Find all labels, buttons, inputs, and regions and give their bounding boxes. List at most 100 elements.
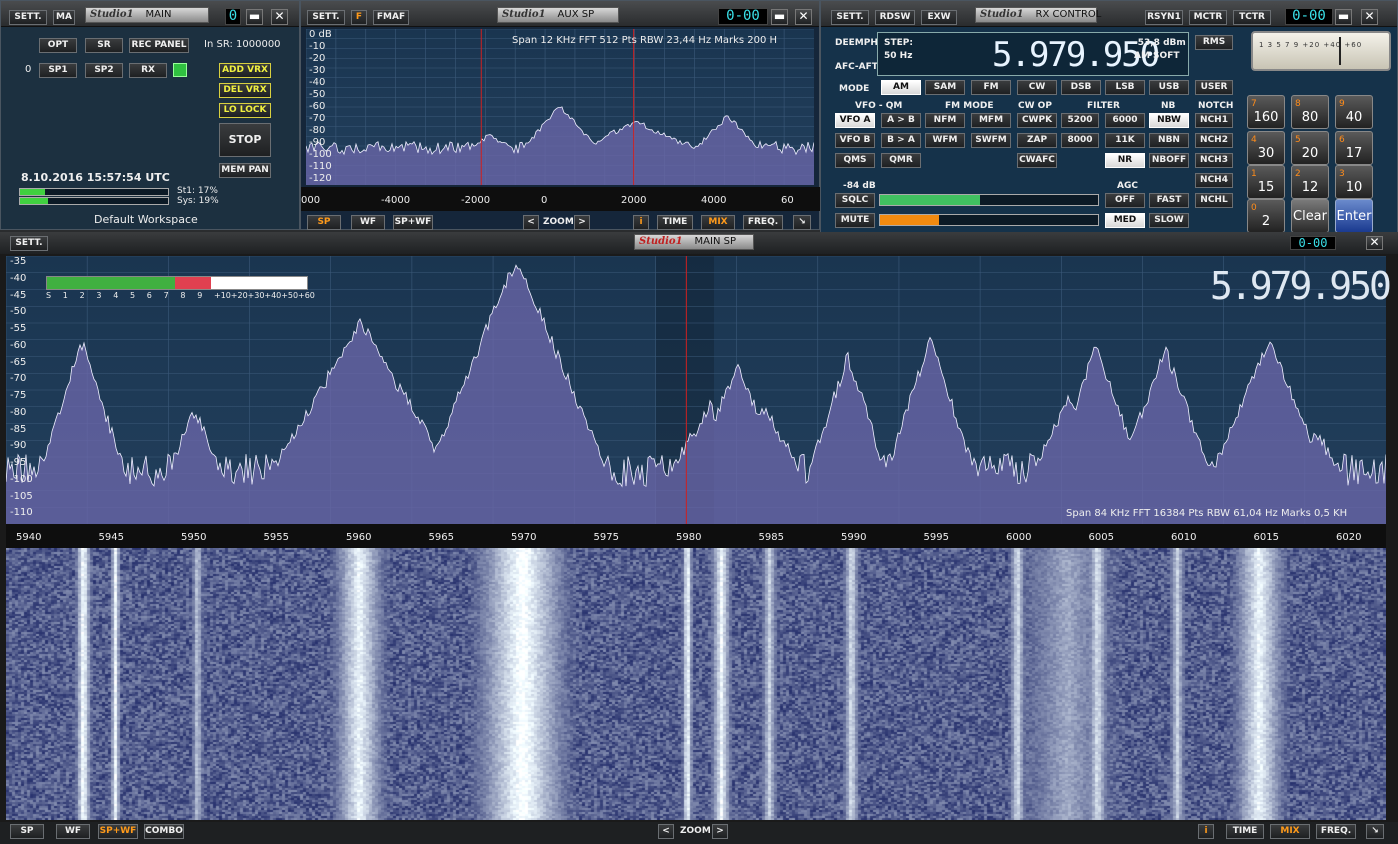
squelch-slider[interactable] xyxy=(879,194,1099,206)
band-key-40[interactable]: 9 40 xyxy=(1335,95,1373,129)
mode-cw-button[interactable]: CW xyxy=(1017,80,1057,95)
band-key-12[interactable]: 2 12 xyxy=(1291,165,1329,199)
nch2-button[interactable]: NCH2 xyxy=(1195,133,1233,148)
zoom-out-button[interactable]: < xyxy=(658,824,674,839)
filter-6000-button[interactable]: 6000 xyxy=(1105,113,1145,128)
sp-button[interactable]: SP xyxy=(307,215,341,230)
settings-button[interactable]: SETT. xyxy=(9,10,47,25)
swfm-button[interactable]: SWFM xyxy=(971,133,1011,148)
mctr-button[interactable]: MCTR xyxy=(1189,10,1227,25)
agc-slow-button[interactable]: SLOW xyxy=(1149,213,1189,228)
band-key-20[interactable]: 5 20 xyxy=(1291,131,1329,165)
minimize-button[interactable]: ▬ xyxy=(771,9,788,25)
minimize-button[interactable]: ▬ xyxy=(246,9,263,25)
zoom-in-button[interactable]: > xyxy=(712,824,728,839)
freq-button[interactable]: FREQ. xyxy=(743,215,783,230)
nr-button[interactable]: NR xyxy=(1105,153,1145,168)
wf-button[interactable]: WF xyxy=(351,215,385,230)
rec-panel-button[interactable]: REC PANEL xyxy=(129,38,189,53)
close-button[interactable]: ✕ xyxy=(1361,9,1378,25)
zap-button[interactable]: ZAP xyxy=(1017,133,1057,148)
time-button[interactable]: TIME xyxy=(657,215,693,230)
add-vrx-button[interactable]: ADD VRX xyxy=(219,63,271,78)
band-key-15[interactable]: 1 15 xyxy=(1247,165,1285,199)
minimize-button[interactable]: ▬ xyxy=(1335,9,1352,25)
sp-wf-button[interactable]: SP+WF xyxy=(393,215,433,230)
b-to-a-button[interactable]: B > A xyxy=(881,133,921,148)
vfo-a-button[interactable]: VFO A xyxy=(835,113,875,128)
del-vrx-button[interactable]: DEL VRX xyxy=(219,83,271,98)
settings-button[interactable]: SETT. xyxy=(831,10,869,25)
fmaf-button[interactable]: FMAF xyxy=(373,10,409,25)
nfm-button[interactable]: NFM xyxy=(925,113,965,128)
sr-button[interactable]: SR xyxy=(85,38,123,53)
mfm-button[interactable]: MFM xyxy=(971,113,1011,128)
sp2-button[interactable]: SP2 xyxy=(85,63,123,78)
enter-button[interactable]: Enter xyxy=(1335,199,1373,233)
freq-button[interactable]: FREQ. xyxy=(1316,824,1356,839)
agc-med-button[interactable]: MED xyxy=(1105,213,1145,228)
qmr-button[interactable]: QMR xyxy=(881,153,921,168)
lo-lock-button[interactable]: LO LOCK xyxy=(219,103,271,118)
mix-button[interactable]: MIX xyxy=(701,215,735,230)
sp-wf-button[interactable]: SP+WF xyxy=(98,824,138,839)
close-button[interactable]: ✕ xyxy=(271,9,288,25)
zoom-out-button[interactable]: < xyxy=(523,215,539,230)
band-key-160[interactable]: 7 160 xyxy=(1247,95,1285,129)
filter-5200-button[interactable]: 5200 xyxy=(1061,113,1099,128)
nboff-button[interactable]: NBOFF xyxy=(1149,153,1189,168)
mode-fm-button[interactable]: FM xyxy=(971,80,1011,95)
time-button[interactable]: TIME xyxy=(1226,824,1264,839)
close-button[interactable]: ✕ xyxy=(1366,236,1383,250)
nch4-button[interactable]: NCH4 xyxy=(1195,173,1233,188)
sp1-button[interactable]: SP1 xyxy=(39,63,77,78)
band-key-2[interactable]: 02 xyxy=(1247,199,1285,233)
volume-slider[interactable] xyxy=(879,214,1099,226)
cwpk-button[interactable]: CWPK xyxy=(1017,113,1057,128)
zoom-in-button[interactable]: > xyxy=(574,215,590,230)
nch1-button[interactable]: NCH1 xyxy=(1195,113,1233,128)
nch3-button[interactable]: NCH3 xyxy=(1195,153,1233,168)
mem-pan-button[interactable]: MEM PAN xyxy=(219,163,271,178)
filter-8000-button[interactable]: 8000 xyxy=(1061,133,1099,148)
rsyn1-button[interactable]: RSYN1 xyxy=(1145,10,1183,25)
sp-button[interactable]: SP xyxy=(10,824,44,839)
nchl-button[interactable]: NCHL xyxy=(1195,193,1233,208)
band-key-17[interactable]: 6 17 xyxy=(1335,131,1373,165)
nbn-button[interactable]: NBN xyxy=(1149,133,1189,148)
exw-button[interactable]: EXW xyxy=(921,10,957,25)
mode-dsb-button[interactable]: DSB xyxy=(1061,80,1101,95)
resize-icon[interactable]: ↘ xyxy=(1366,824,1384,839)
waterfall[interactable] xyxy=(6,548,1386,820)
info-button[interactable]: i xyxy=(1198,824,1214,839)
nbw-button[interactable]: NBW xyxy=(1149,113,1189,128)
a-to-b-button[interactable]: A > B xyxy=(881,113,921,128)
close-button[interactable]: ✕ xyxy=(795,9,812,25)
mode-sam-button[interactable]: SAM xyxy=(925,80,965,95)
mute-button[interactable]: MUTE xyxy=(835,213,875,228)
agc-fast-button[interactable]: FAST xyxy=(1149,193,1189,208)
settings-button[interactable]: SETT. xyxy=(307,10,345,25)
wfm-button[interactable]: WFM xyxy=(925,133,965,148)
rms-button[interactable]: RMS xyxy=(1195,35,1233,50)
rx-button[interactable]: RX xyxy=(129,63,167,78)
agc-off-button[interactable]: OFF xyxy=(1105,193,1145,208)
combo-button[interactable]: COMBO xyxy=(144,824,184,839)
tctr-button[interactable]: TCTR xyxy=(1233,10,1271,25)
filter-11k-button[interactable]: 11K xyxy=(1105,133,1145,148)
clear-button[interactable]: Clear xyxy=(1291,199,1329,233)
mix-button[interactable]: MIX xyxy=(1270,824,1310,839)
band-key-80[interactable]: 8 80 xyxy=(1291,95,1329,129)
mode-lsb-button[interactable]: LSB xyxy=(1105,80,1145,95)
settings-button[interactable]: SETT. xyxy=(10,236,48,251)
stop-button[interactable]: STOP xyxy=(219,123,271,157)
resize-icon[interactable]: ↘ xyxy=(793,215,811,230)
sqlc-button[interactable]: SQLC xyxy=(835,193,875,208)
wf-button[interactable]: WF xyxy=(56,824,90,839)
mode-user-button[interactable]: USER xyxy=(1195,80,1233,95)
qms-button[interactable]: QMS xyxy=(835,153,875,168)
ma-button[interactable]: MA xyxy=(53,10,75,25)
mode-usb-button[interactable]: USB xyxy=(1149,80,1189,95)
opt-button[interactable]: OPT xyxy=(39,38,77,53)
cwafc-button[interactable]: CWAFC xyxy=(1017,153,1057,168)
